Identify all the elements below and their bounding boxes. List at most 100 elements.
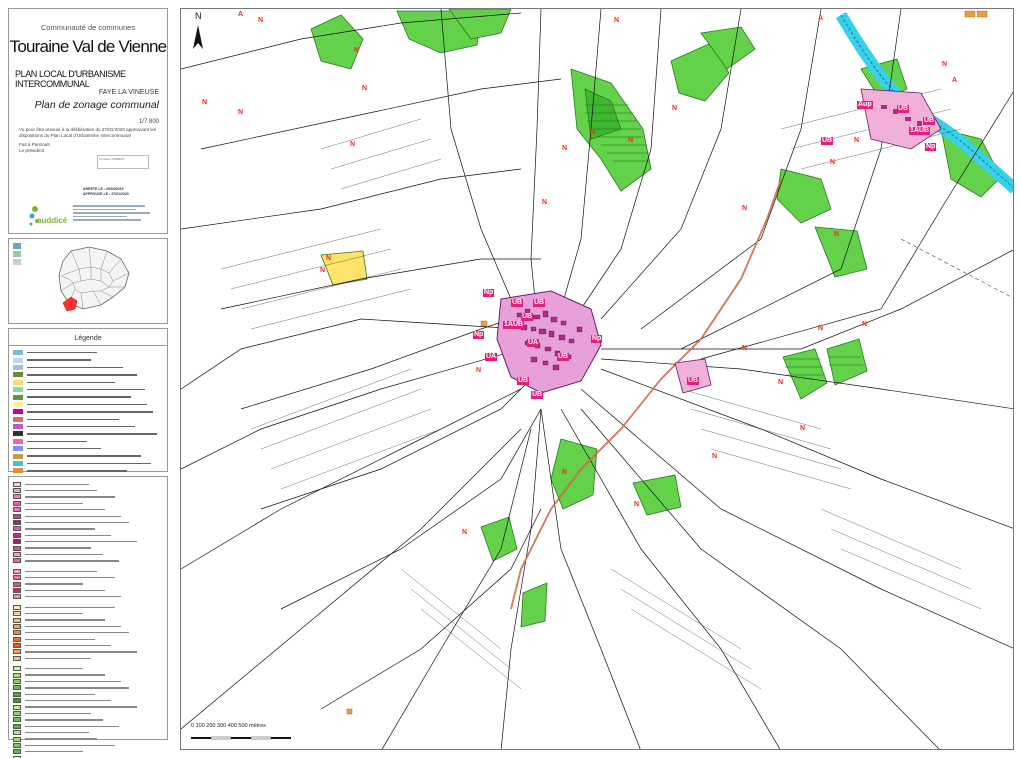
zone-label[interactable]: UB (517, 377, 530, 385)
zone-label[interactable]: N (257, 17, 264, 25)
legend-row (13, 401, 165, 408)
zone-label[interactable]: N (853, 137, 860, 145)
zone-label[interactable]: N (777, 379, 784, 387)
zone-swatch (13, 649, 21, 655)
zone-label[interactable]: N (475, 367, 482, 375)
zone-label[interactable]: N (829, 159, 836, 167)
zone-swatch (13, 587, 21, 593)
zone-label[interactable]: N (711, 453, 718, 461)
zone-label[interactable]: N (589, 129, 596, 137)
legend-swatch (13, 364, 23, 370)
zone-label[interactable]: N (799, 425, 806, 433)
zone-label[interactable]: N (627, 137, 634, 145)
zone-text-line (25, 596, 121, 598)
zone-text-line (25, 583, 83, 585)
zone-label[interactable]: UB (531, 391, 544, 399)
zone-swatch (13, 568, 21, 574)
zone-label[interactable]: Np (925, 143, 937, 151)
zone-label[interactable]: UA (527, 339, 540, 347)
zone-label[interactable]: N (319, 267, 326, 275)
zone-label[interactable]: 1AUB (909, 127, 931, 135)
legend-text-line (27, 366, 123, 369)
zone-label[interactable]: N (361, 85, 368, 93)
zone-label[interactable]: N (741, 205, 748, 213)
zone-text-line (25, 534, 111, 536)
zone-label[interactable]: N (561, 145, 568, 153)
community-label: Communauté de communes (40, 23, 136, 32)
zone-label[interactable]: N (349, 141, 356, 149)
zoning-map[interactable]: N 0 100 200 300 400 500 mètres ANNANNNNA… (180, 8, 1014, 750)
legend-row (13, 438, 165, 445)
zone-swatch (13, 500, 21, 506)
signature-stamp: Christian PIMBERT (97, 155, 149, 169)
legend-swatch (13, 401, 23, 407)
zone-text-line (25, 712, 91, 715)
zone-label[interactable]: UB (897, 105, 910, 113)
legend-text-line (27, 381, 115, 383)
zone-label[interactable]: Aup (857, 101, 873, 109)
legend-text-line (27, 433, 157, 435)
zone-label[interactable]: Np (483, 289, 495, 297)
north-label: N (195, 11, 202, 21)
zone-label[interactable]: N (941, 61, 948, 69)
legend-row (13, 393, 165, 400)
zone-label[interactable]: UB (687, 377, 700, 385)
zone-label[interactable]: UA (485, 353, 498, 361)
legend-swatch (13, 431, 23, 437)
locator-map (8, 238, 168, 324)
zone-label[interactable]: UB (521, 313, 534, 321)
zone-label[interactable]: UB (923, 117, 936, 125)
zone-label[interactable]: N (613, 17, 620, 25)
zone-label[interactable]: N (671, 105, 678, 113)
legend-swatch (13, 446, 23, 452)
zone-swatch (13, 526, 21, 532)
zone-swatch (13, 749, 21, 755)
zone-label[interactable]: Np (473, 331, 485, 339)
zone-label[interactable]: N (817, 325, 824, 333)
zone-label[interactable]: N (833, 231, 840, 239)
zone-label[interactable]: N (861, 321, 868, 329)
zone-swatch (13, 551, 21, 557)
zone-text-line (25, 668, 83, 670)
legend-row (13, 423, 165, 430)
legend-swatch (13, 424, 23, 430)
legend-swatch (13, 461, 23, 467)
legend-text-line (27, 470, 127, 472)
zone-text-line (25, 725, 119, 727)
zone-swatch (13, 717, 21, 723)
zone-label[interactable]: N (633, 501, 640, 509)
zone-label[interactable]: N (461, 529, 468, 537)
document-title: PLAN LOCAL D'URBANISME INTERCOMMUNAL (15, 69, 126, 89)
legend-swatch (13, 387, 23, 393)
zone-label[interactable]: N (201, 99, 208, 107)
legend-text-line (27, 359, 91, 361)
zone-label[interactable]: A (237, 11, 244, 19)
zone-label[interactable]: UB (557, 353, 570, 361)
zone-text-line (25, 489, 97, 492)
zone-swatch (13, 691, 21, 697)
zone-label[interactable]: A (817, 15, 824, 23)
zone-label[interactable]: N (353, 47, 360, 55)
zones-list (13, 481, 165, 758)
zone-label[interactable]: N (561, 469, 568, 477)
zone-label[interactable]: A (951, 77, 958, 85)
zone-text-line (25, 680, 121, 683)
map-canvas[interactable] (181, 9, 1014, 750)
zone-label[interactable]: UB (821, 137, 834, 145)
zone-swatch (13, 723, 21, 729)
zone-label[interactable]: N (237, 109, 244, 117)
zone-label[interactable]: 1AUB (503, 321, 525, 329)
zone-label[interactable]: N (741, 345, 748, 353)
zone-label[interactable]: Np (591, 335, 603, 343)
zone-label[interactable]: N (325, 255, 332, 263)
zone-swatch (13, 672, 21, 678)
legend-text-line (27, 396, 131, 398)
zone-label[interactable]: UB (511, 299, 524, 307)
locator-map-svg (13, 243, 130, 312)
zone-swatch (13, 704, 21, 710)
legend-swatch (13, 409, 23, 415)
zone-label[interactable]: UB (533, 299, 546, 307)
zone-text-line (25, 638, 95, 640)
zone-label[interactable]: N (541, 199, 548, 207)
approuve-date: APPROUVE LE : 27/01/2020 (83, 192, 129, 196)
